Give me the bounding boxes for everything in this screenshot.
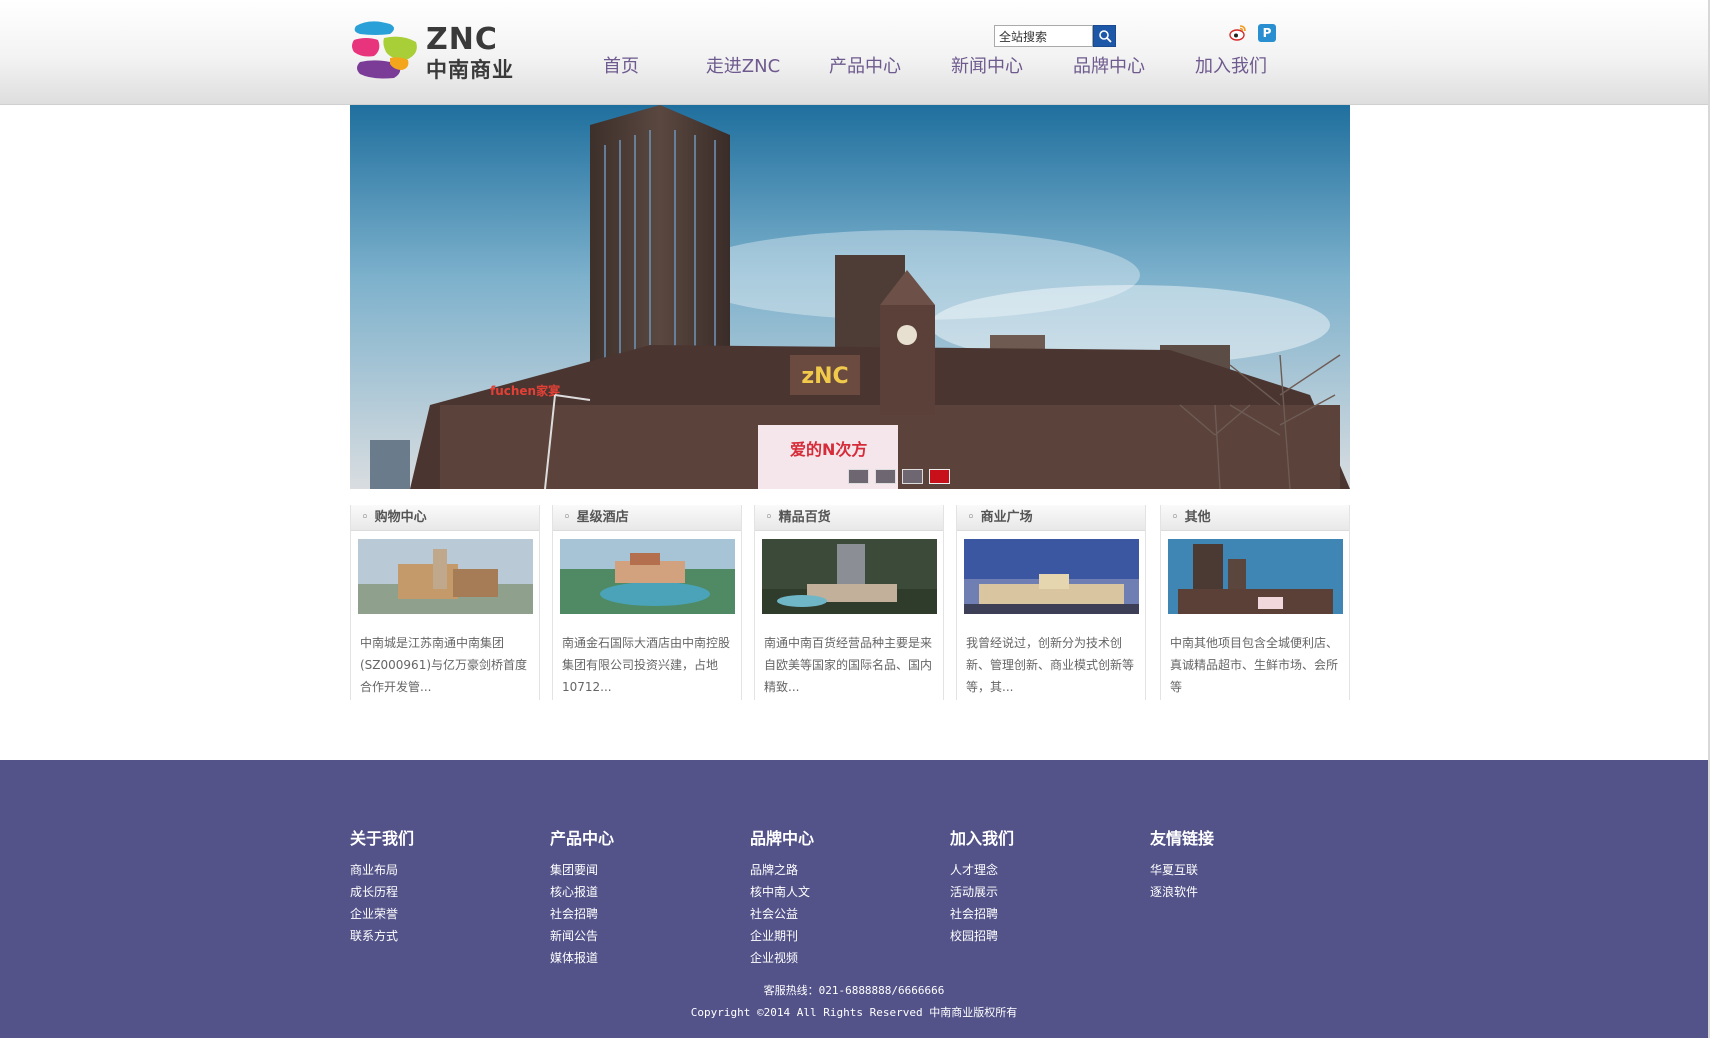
footer-col-about: 关于我们 商业布局 成长历程 企业荣誉 联系方式 bbox=[350, 825, 530, 947]
footer-col-title: 产品中心 bbox=[550, 829, 615, 848]
logo-wordmark: ZNC bbox=[426, 22, 498, 57]
footer-link[interactable]: 企业期刊 bbox=[750, 925, 930, 947]
search-button[interactable] bbox=[1093, 25, 1116, 47]
footer-link[interactable]: 新闻公告 bbox=[550, 925, 730, 947]
logo[interactable]: ZNC 中南商业 bbox=[350, 20, 525, 82]
card-header: 购物中心 bbox=[351, 505, 539, 531]
footer-link[interactable]: 集团要闻 bbox=[550, 859, 730, 881]
footer-link[interactable]: 逐浪软件 bbox=[1150, 881, 1330, 903]
qq-icon[interactable]: P bbox=[1258, 24, 1276, 42]
footer-link[interactable]: 核中南人文 bbox=[750, 881, 930, 903]
nav-home[interactable]: 首页 bbox=[560, 52, 682, 82]
card-plaza[interactable]: 商业广场 我曾经说过，创新分为技术创新、管理创新、商业模式创新等等，其... bbox=[956, 505, 1146, 700]
footer-hotline: 客服热线：021-6888888/6666666 bbox=[763, 984, 945, 997]
card-title[interactable]: 星级酒店 bbox=[563, 510, 629, 525]
footer-link[interactable]: 校园招聘 bbox=[950, 925, 1130, 947]
footer-col-links: 友情链接 华夏互联 逐浪软件 bbox=[1150, 825, 1330, 903]
card-header: 精品百货 bbox=[755, 505, 943, 531]
footer-col-title: 加入我们 bbox=[950, 829, 1015, 848]
search-input[interactable] bbox=[994, 25, 1093, 47]
footer-col-title: 品牌中心 bbox=[750, 829, 815, 848]
page: ZNC 中南商业 P 首页 走进ZNC 产品中心 bbox=[0, 0, 1710, 1038]
card-title[interactable]: 精品百货 bbox=[765, 510, 831, 525]
footer-link[interactable]: 企业荣誉 bbox=[350, 903, 530, 925]
logo-chinese-name: 中南商业 bbox=[426, 58, 514, 82]
nav-join[interactable]: 加入我们 bbox=[1170, 52, 1292, 82]
card-description: 我曾经说过，创新分为技术创新、管理创新、商业模式创新等等，其... bbox=[966, 636, 1135, 694]
search-box bbox=[994, 25, 1116, 47]
footer-link[interactable]: 活动展示 bbox=[950, 881, 1130, 903]
footer: 关于我们 商业布局 成长历程 企业荣誉 联系方式 产品中心 集团要闻 核心报道 … bbox=[0, 760, 1708, 1038]
main-nav: 首页 走进ZNC 产品中心 新闻中心 品牌中心 加入我们 bbox=[560, 52, 1292, 82]
footer-link[interactable]: 核心报道 bbox=[550, 881, 730, 903]
card-description: 中南城是江苏南通中南集团(SZ000961)与亿万豪剑桥首度合作开发管... bbox=[360, 636, 528, 694]
banner-pagination bbox=[848, 469, 950, 484]
footer-link[interactable]: 成长历程 bbox=[350, 881, 530, 903]
header: ZNC 中南商业 P 首页 走进ZNC 产品中心 bbox=[0, 0, 1708, 105]
footer-link[interactable]: 社会招聘 bbox=[550, 903, 730, 925]
footer-link[interactable]: 华夏互联 bbox=[1150, 859, 1330, 881]
footer-link[interactable]: 社会招聘 bbox=[950, 903, 1130, 925]
banner-image: zNC 爱的N次方 fuchen家宴 bbox=[350, 105, 1350, 489]
hero-banner[interactable]: zNC 爱的N次方 fuchen家宴 bbox=[350, 105, 1350, 489]
card-department-store[interactable]: 精品百货 南通中南百货经营品种主要是来自欧美等国家的国际名品、国内精致... bbox=[754, 505, 944, 700]
footer-col-join: 加入我们 人才理念 活动展示 社会招聘 校园招聘 bbox=[950, 825, 1130, 947]
footer-link[interactable]: 商业布局 bbox=[350, 859, 530, 881]
card-image[interactable] bbox=[964, 539, 1139, 614]
footer-link[interactable]: 联系方式 bbox=[350, 925, 530, 947]
banner-dot-2[interactable] bbox=[875, 469, 896, 484]
footer-col-title: 关于我们 bbox=[350, 829, 415, 848]
svg-text:zNC: zNC bbox=[801, 364, 848, 389]
footer-link[interactable]: 社会公益 bbox=[750, 903, 930, 925]
nav-brand[interactable]: 品牌中心 bbox=[1048, 52, 1170, 82]
card-title[interactable]: 其他 bbox=[1171, 510, 1211, 525]
product-cards: 购物中心 中南城是江苏南通中南集团(SZ000961)与亿万豪剑桥首度合作开发管… bbox=[350, 505, 1350, 705]
footer-link[interactable]: 媒体报道 bbox=[550, 947, 730, 969]
footer-link[interactable]: 人才理念 bbox=[950, 859, 1130, 881]
footer-col-products: 产品中心 集团要闻 核心报道 社会招聘 新闻公告 媒体报道 bbox=[550, 825, 730, 969]
card-description: 中南其他项目包含全城便利店、真诚精品超市、生鲜市场、会所等 bbox=[1170, 636, 1339, 694]
footer-col-brand: 品牌中心 品牌之路 核中南人文 社会公益 企业期刊 企业视频 bbox=[750, 825, 930, 969]
card-image[interactable] bbox=[358, 539, 533, 614]
card-header: 其他 bbox=[1161, 505, 1349, 531]
search-icon bbox=[1098, 30, 1112, 43]
nav-news[interactable]: 新闻中心 bbox=[926, 52, 1048, 82]
card-description: 南通金石国际大酒店由中南控股集团有限公司投资兴建，占地10712... bbox=[562, 636, 731, 694]
nav-products[interactable]: 产品中心 bbox=[804, 52, 926, 82]
card-header: 商业广场 bbox=[957, 505, 1145, 531]
card-title[interactable]: 商业广场 bbox=[967, 510, 1033, 525]
nav-about[interactable]: 走进ZNC bbox=[682, 52, 804, 82]
banner-dot-4-active[interactable] bbox=[929, 469, 950, 484]
card-hotel[interactable]: 星级酒店 南通金石国际大酒店由中南控股集团有限公司投资兴建，占地10712... bbox=[552, 505, 742, 700]
card-image[interactable] bbox=[1168, 539, 1343, 614]
brand-sign-text: fuchen家宴 bbox=[490, 383, 560, 398]
banner-dot-1[interactable] bbox=[848, 469, 869, 484]
card-image[interactable] bbox=[762, 539, 937, 614]
footer-link[interactable]: 企业视频 bbox=[750, 947, 930, 969]
banner-dot-3[interactable] bbox=[902, 469, 923, 484]
card-description: 南通中南百货经营品种主要是来自欧美等国家的国际名品、国内精致... bbox=[764, 636, 933, 694]
card-title[interactable]: 购物中心 bbox=[361, 510, 427, 525]
footer-copyright: Copyright ©2014 All Rights Reserved 中南商业… bbox=[690, 1006, 1018, 1019]
card-other[interactable]: 其他 中南其他项目包含全城便利店、真诚精品超市、生鲜市场、会所等 bbox=[1160, 505, 1350, 700]
znc-logo-icon bbox=[352, 21, 417, 79]
footer-col-title: 友情链接 bbox=[1150, 829, 1215, 848]
card-image[interactable] bbox=[560, 539, 735, 614]
card-header: 星级酒店 bbox=[553, 505, 741, 531]
footer-link[interactable]: 品牌之路 bbox=[750, 859, 930, 881]
weibo-icon[interactable] bbox=[1229, 24, 1247, 42]
card-shopping[interactable]: 购物中心 中南城是江苏南通中南集团(SZ000961)与亿万豪剑桥首度合作开发管… bbox=[350, 505, 540, 700]
billboard-text: 爱的N次方 bbox=[790, 440, 867, 459]
